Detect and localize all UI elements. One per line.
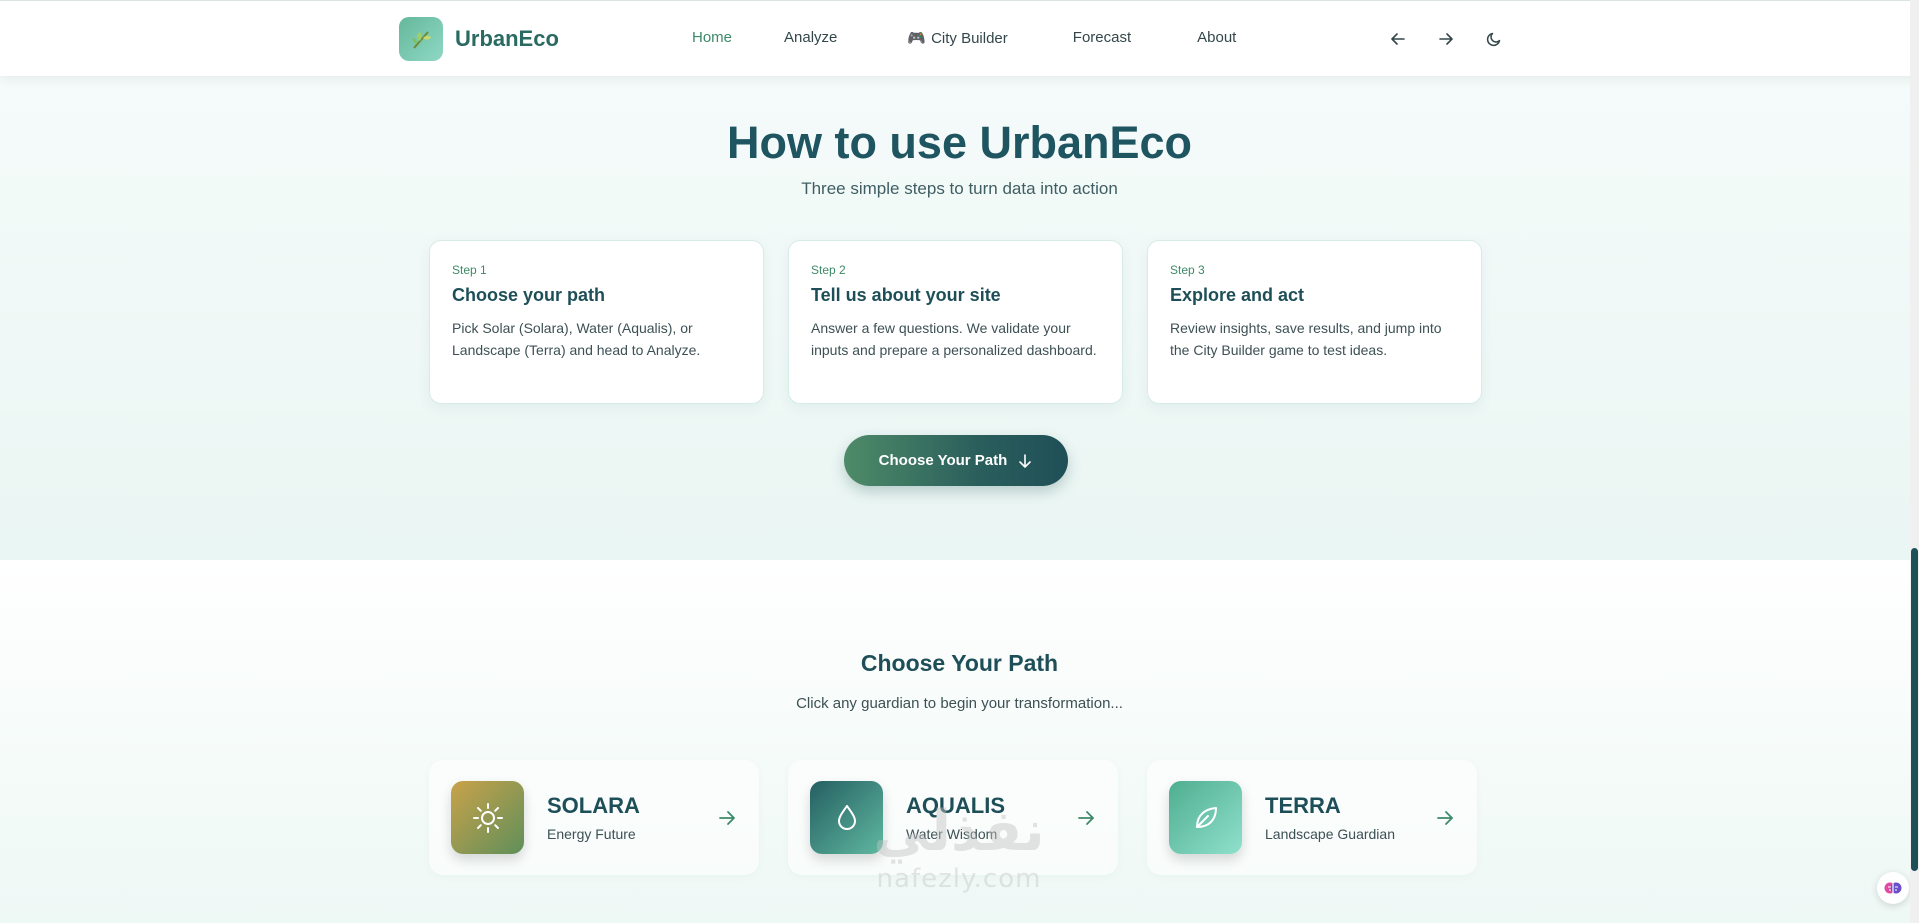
path-desc: Energy Future	[547, 826, 636, 842]
step-text: Pick Solar (Solara), Water (Aqualis), or…	[452, 320, 701, 358]
choose-path-title: Choose Your Path	[860, 650, 1059, 676]
droplet-icon	[810, 781, 883, 854]
step-label: Step 3	[1170, 263, 1205, 277]
brand-name: UrbanEco	[455, 26, 559, 51]
page-scrollbar[interactable]	[1910, 0, 1919, 923]
choose-path-subtitle: Click any guardian to begin your transfo…	[796, 695, 1123, 712]
nav-about[interactable]: About	[1197, 29, 1236, 47]
step-title: Choose your path	[452, 285, 606, 305]
brand[interactable]: UrbanEco	[399, 17, 559, 61]
step-card-2: Step 2 Tell us about your site Answer a …	[788, 240, 1123, 404]
path-name: SOLARA	[547, 793, 640, 818]
path-card-aqualis[interactable]: AQUALIS Water Wisdom	[788, 760, 1118, 875]
step-text: Review insights, save results, and jump …	[1170, 320, 1442, 358]
step-label: Step 1	[452, 263, 487, 277]
gamepad-icon: 🎮	[907, 30, 927, 47]
step-title: Explore and act	[1170, 285, 1305, 305]
top-navbar: UrbanEco Home Analyze 🎮 City Builder Fore…	[0, 0, 1919, 76]
choose-path-section: Choose Your Path Click any guardian to b…	[0, 560, 1919, 923]
moon-icon[interactable]	[1484, 29, 1504, 49]
step-text: Answer a few questions. We validate your…	[811, 320, 1097, 358]
step-card-1: Step 1 Choose your path Pick Solar (Sola…	[429, 240, 764, 404]
sun-icon	[451, 781, 524, 854]
leaf-icon	[1169, 781, 1242, 854]
how-to-subtitle: Three simple steps to turn data into act…	[801, 179, 1118, 198]
choose-path-button[interactable]: Choose Your Path	[844, 435, 1068, 486]
step-title: Tell us about your site	[811, 285, 1001, 305]
nav-city-builder[interactable]: 🎮 City Builder	[907, 29, 1007, 47]
arrow-right-icon	[1437, 811, 1453, 825]
nav-analyze[interactable]: Analyze	[784, 29, 837, 47]
step-card-3: Step 3 Explore and act Review insights, …	[1147, 240, 1482, 404]
nav-forecast[interactable]: Forecast	[1073, 29, 1131, 47]
arrow-left-icon[interactable]	[1388, 29, 1408, 49]
arrow-right-icon	[719, 811, 735, 825]
path-card-terra[interactable]: TERRA Landscape Guardian	[1147, 760, 1477, 875]
path-name: AQUALIS	[906, 793, 1005, 818]
nav-icons	[1388, 29, 1504, 49]
path-desc: Water Wisdom	[906, 826, 998, 842]
how-to-title: How to use UrbanEco	[726, 117, 1193, 168]
choose-path-button-label: Choose Your Path	[878, 452, 1008, 469]
path-desc: Landscape Guardian	[1265, 826, 1395, 842]
nav-city-builder-label: City Builder	[931, 30, 1008, 47]
arrow-down-icon	[1019, 453, 1032, 468]
path-name: TERRA	[1265, 793, 1341, 818]
nav-home[interactable]: Home	[692, 29, 732, 47]
scrollbar-thumb[interactable]	[1911, 548, 1918, 871]
arrow-right-icon	[1078, 811, 1094, 825]
assistant-button[interactable]	[1877, 872, 1909, 904]
brain-icon	[1884, 882, 1902, 894]
how-to-section: How to use UrbanEco Three simple steps t…	[0, 75, 1919, 560]
arrow-right-icon[interactable]	[1436, 29, 1456, 49]
logo-icon	[399, 17, 443, 61]
path-card-solara[interactable]: SOLARA Energy Future	[429, 760, 759, 875]
nav-links: Home Analyze 🎮 City Builder Forecast Abou…	[692, 29, 1236, 47]
step-label: Step 2	[811, 263, 846, 277]
